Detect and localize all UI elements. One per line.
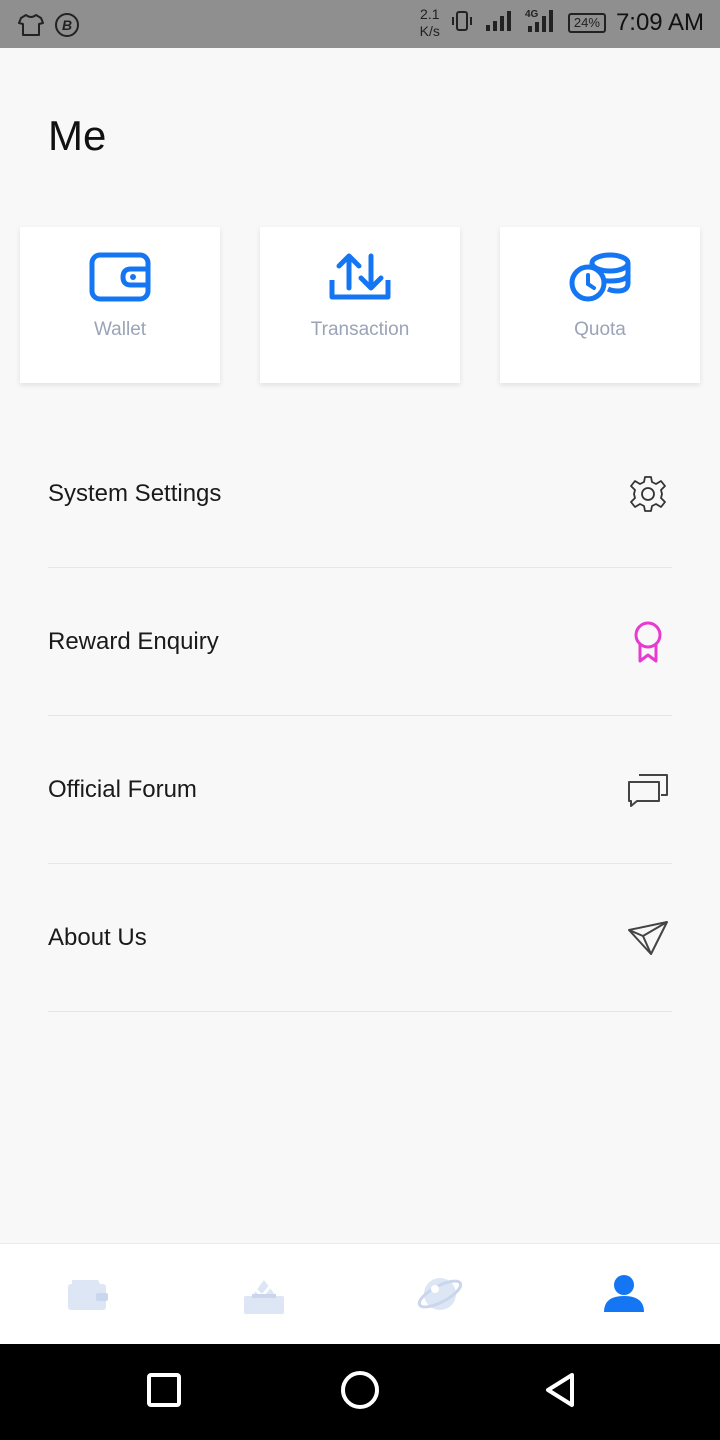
home-button[interactable] bbox=[340, 1370, 380, 1415]
menu-item-label: System Settings bbox=[48, 479, 222, 507]
menu-item-about-us[interactable]: About Us bbox=[48, 864, 672, 1012]
transfer-arrows-icon bbox=[329, 251, 391, 303]
menu-item-label: About Us bbox=[48, 923, 147, 951]
bottom-tab-bar bbox=[0, 1243, 720, 1344]
menu-item-label: Official Forum bbox=[48, 775, 197, 803]
clock: 7:09 AM bbox=[615, 9, 704, 36]
battery-indicator: 24% bbox=[567, 13, 606, 33]
quota-card[interactable]: Quota bbox=[500, 227, 700, 383]
wallet-tab-icon bbox=[66, 1276, 110, 1317]
back-button[interactable] bbox=[540, 1372, 580, 1412]
signal-icon bbox=[484, 9, 514, 38]
award-ribbon-icon bbox=[626, 620, 670, 664]
tab-wallet[interactable] bbox=[58, 1266, 118, 1326]
coins-icon bbox=[568, 251, 632, 303]
system-navigation-bar bbox=[0, 1344, 720, 1440]
speed-unit: K/s bbox=[419, 23, 440, 39]
network-type-label: 4G bbox=[525, 9, 539, 20]
network-speed: 2.1 K/s bbox=[420, 6, 440, 40]
recents-button[interactable] bbox=[144, 1372, 184, 1412]
svg-text:B: B bbox=[62, 17, 72, 33]
vote-tab-icon bbox=[242, 1272, 286, 1321]
page-title: Me bbox=[48, 112, 107, 159]
b-circle-icon: B bbox=[54, 12, 80, 43]
status-bar: B 2.1 K/s 4G 24% 7:09 AM bbox=[0, 0, 720, 48]
menu-item-system-settings[interactable]: System Settings bbox=[48, 420, 672, 568]
paper-plane-icon bbox=[626, 916, 670, 960]
back-triangle-icon bbox=[542, 1371, 578, 1414]
square-icon bbox=[146, 1372, 182, 1413]
transaction-label: Transaction bbox=[310, 319, 410, 340]
quick-actions: Wallet Transaction Quota bbox=[20, 227, 700, 383]
chat-bubbles-icon bbox=[626, 768, 670, 812]
wallet-icon bbox=[89, 251, 151, 303]
menu-item-label: Reward Enquiry bbox=[48, 627, 219, 655]
signal-4g-icon: 4G bbox=[524, 8, 558, 39]
wallet-label: Wallet bbox=[93, 319, 147, 340]
settings-menu: System Settings Reward Enquiry Official … bbox=[48, 420, 672, 1012]
vibrate-icon bbox=[450, 9, 474, 38]
speed-value: 2.1 bbox=[420, 6, 440, 22]
wallet-card[interactable]: Wallet bbox=[20, 227, 220, 383]
tab-explore[interactable] bbox=[410, 1266, 470, 1326]
tshirt-icon bbox=[18, 13, 44, 42]
menu-item-reward-enquiry[interactable]: Reward Enquiry bbox=[48, 568, 672, 716]
transaction-card[interactable]: Transaction bbox=[260, 227, 460, 383]
tab-vote[interactable] bbox=[234, 1266, 294, 1326]
tab-me[interactable] bbox=[594, 1266, 654, 1326]
circle-icon bbox=[340, 1370, 380, 1415]
user-tab-icon bbox=[602, 1272, 646, 1321]
planet-tab-icon bbox=[416, 1272, 464, 1321]
quota-label: Quota bbox=[574, 319, 626, 340]
gear-icon bbox=[626, 472, 670, 516]
menu-item-official-forum[interactable]: Official Forum bbox=[48, 716, 672, 864]
